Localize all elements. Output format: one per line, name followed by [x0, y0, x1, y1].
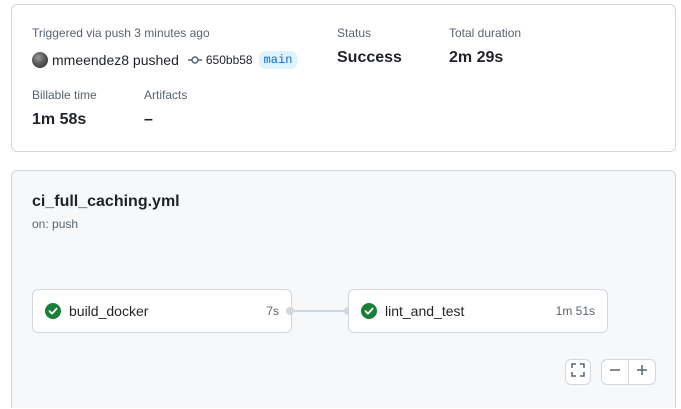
check-circle-icon — [361, 303, 377, 319]
commit-sha-link[interactable]: 650bb58 — [206, 53, 253, 67]
avatar[interactable] — [32, 52, 48, 68]
job-name: lint_and_test — [385, 303, 465, 319]
check-circle-icon — [45, 303, 61, 319]
job-name: build_docker — [69, 303, 149, 319]
status-value: Success — [337, 49, 402, 66]
job-duration: 1m 51s — [555, 304, 595, 318]
job-build-docker[interactable]: build_docker 7s — [32, 289, 292, 333]
zoom-out-icon — [609, 363, 621, 381]
commit-icon — [187, 55, 202, 65]
total-duration-value: 2m 29s — [449, 49, 504, 66]
actor-text[interactable]: mmeendez8 pushed — [52, 52, 179, 68]
workflow-graph-panel: ci_full_caching.yml on: push build_docke… — [11, 170, 676, 408]
zoom-controls — [601, 359, 656, 385]
workflow-file-title[interactable]: ci_full_caching.yml — [32, 193, 180, 211]
job-connector-start — [286, 307, 294, 315]
artifacts-value: – — [144, 111, 153, 128]
job-lint-and-test[interactable]: lint_and_test 1m 51s — [348, 289, 608, 333]
zoom-in-button[interactable] — [628, 360, 655, 384]
job-duration: 7s — [266, 304, 279, 318]
workflow-trigger: on: push — [32, 217, 79, 231]
artifacts-label: Artifacts — [144, 88, 188, 102]
zoom-in-icon — [636, 363, 648, 381]
fullscreen-icon — [571, 362, 585, 382]
branch-badge[interactable]: main — [258, 51, 298, 69]
status-label: Status — [337, 26, 372, 40]
run-summary-card: Triggered via push 3 minutes ago mmeende… — [11, 4, 676, 152]
billable-time-value: 1m 58s — [32, 111, 87, 128]
zoom-out-button[interactable] — [602, 360, 628, 384]
trigger-text: Triggered via push 3 minutes ago — [32, 26, 210, 40]
trigger-details: mmeendez8 pushed 650bb58 main — [32, 51, 298, 69]
total-duration-label: Total duration — [449, 26, 522, 40]
job-connector-line — [294, 310, 344, 312]
billable-time-label: Billable time — [32, 88, 97, 102]
fullscreen-button[interactable] — [565, 359, 591, 385]
